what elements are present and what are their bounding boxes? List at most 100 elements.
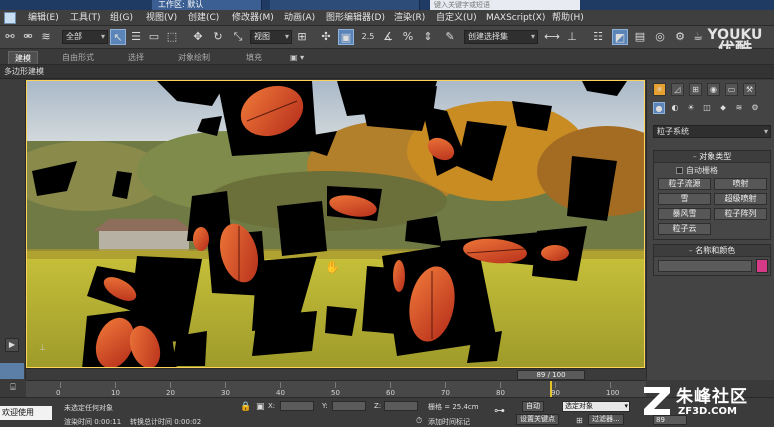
y-coord-field[interactable] xyxy=(332,401,366,411)
menu-tools[interactable]: 工具(T) xyxy=(70,12,101,24)
minimaxscript-listener[interactable] xyxy=(0,363,24,379)
add-time-tag[interactable]: 添加时间标记 xyxy=(428,417,470,427)
space-warps-icon[interactable]: ≋ xyxy=(733,102,745,114)
menu-graph-editors[interactable]: 图形编辑器(D) xyxy=(326,12,385,24)
create-tab-icon[interactable]: ✳ xyxy=(653,83,666,96)
lights-icon[interactable]: ☀ xyxy=(685,102,697,114)
scale-icon[interactable]: ⤡ xyxy=(230,29,246,45)
blizzard-button[interactable]: 暴风雪 xyxy=(658,208,711,220)
time-tag-icon[interactable]: ⏱ xyxy=(416,416,422,426)
key-icon[interactable]: ⊶ xyxy=(494,404,505,417)
select-manipulate-icon[interactable]: ✣ xyxy=(318,29,334,45)
ribbon-tab-object-paint[interactable]: 对象绘制 xyxy=(172,51,216,64)
cameras-icon[interactable]: ◫ xyxy=(701,102,713,114)
pivot-icon[interactable]: ⊞ xyxy=(294,29,310,45)
link-icon[interactable]: ⚯ xyxy=(2,29,18,45)
percent-snap-icon[interactable]: % xyxy=(400,29,416,45)
workspace-tab[interactable]: 工作区: 默认 xyxy=(152,0,262,10)
menu-maxscript[interactable]: MAXScript(X) xyxy=(486,12,545,24)
object-type-title[interactable]: 对象类型 xyxy=(654,151,770,163)
menu-create[interactable]: 创建(C) xyxy=(188,12,219,24)
menu-modifiers[interactable]: 修改器(M) xyxy=(232,12,274,24)
absolute-mode-icon[interactable]: ▣ xyxy=(256,402,265,412)
align-icon[interactable]: ⊥ xyxy=(564,29,580,45)
key-filter-dropdown[interactable]: 选定对象 xyxy=(562,401,630,412)
mirror-icon[interactable]: ⟷ xyxy=(544,29,560,45)
app-icon[interactable] xyxy=(4,12,16,24)
rotate-icon[interactable]: ↻ xyxy=(210,29,226,45)
pf-source-button[interactable]: 粒子流源 xyxy=(658,178,711,190)
ribbon-tab-selection[interactable]: 选择 xyxy=(122,51,150,64)
spray-button[interactable]: 喷射 xyxy=(714,178,767,190)
material-editor-icon[interactable]: ◎ xyxy=(652,29,668,45)
reference-coord-dropdown[interactable]: 视图 xyxy=(250,30,292,44)
move-icon[interactable]: ✥ xyxy=(190,29,206,45)
auto-grid-checkbox[interactable]: 自动栅格 xyxy=(676,165,718,176)
ribbon: 建模 自由形式 选择 对象绘制 填充 ▣ ▾ xyxy=(0,49,774,65)
search-input[interactable]: 键入关键字或短语 xyxy=(430,0,580,10)
snap-2-5-icon[interactable]: 2.5 xyxy=(360,29,376,45)
curve-editor-icon[interactable]: ◩ xyxy=(612,29,628,45)
display-tab-icon[interactable]: ▭ xyxy=(725,83,738,96)
pcloud-button[interactable]: 粒子云 xyxy=(658,223,711,235)
systems-icon[interactable]: ⚙ xyxy=(749,102,761,114)
key-mode-icon[interactable]: ⊞ xyxy=(576,416,583,425)
utilities-tab-icon[interactable]: ⚒ xyxy=(743,83,756,96)
name-color-title[interactable]: 名称和颜色 xyxy=(654,245,770,257)
spinner-snap-icon[interactable]: ⇕ xyxy=(420,29,436,45)
shapes-icon[interactable]: ◐ xyxy=(669,102,681,114)
select-object-icon[interactable]: ↖ xyxy=(110,29,126,45)
perspective-viewport[interactable]: ✋ ⊥ xyxy=(26,80,645,368)
track-tick-label: 50 xyxy=(331,389,340,397)
category-dropdown[interactable]: 粒子系统 xyxy=(653,125,771,138)
edit-named-sets-icon[interactable]: ✎ xyxy=(442,29,458,45)
menu-help[interactable]: 帮助(H) xyxy=(552,12,584,24)
schematic-view-icon[interactable]: ▤ xyxy=(632,29,648,45)
lock-icon[interactable]: 🔒 xyxy=(240,402,251,412)
hierarchy-tab-icon[interactable]: ⊞ xyxy=(689,83,702,96)
time-slider[interactable]: 89 / 100 xyxy=(517,370,585,380)
render-setup-icon[interactable]: ⚙ xyxy=(672,29,688,45)
ribbon-tab-populate[interactable]: 填充 xyxy=(240,51,268,64)
menu-animation[interactable]: 动画(A) xyxy=(284,12,315,24)
track-tick xyxy=(115,382,116,388)
set-key-button[interactable]: 设置关键点 xyxy=(516,414,559,425)
auto-key-button[interactable]: 自动 xyxy=(522,401,544,412)
x-coord-field[interactable] xyxy=(280,401,314,411)
super-spray-button[interactable]: 超级喷射 xyxy=(714,193,767,205)
z-coord-field[interactable] xyxy=(384,401,418,411)
geometry-icon[interactable]: ● xyxy=(653,102,665,114)
keyboard-shortcut-icon[interactable]: ▣ xyxy=(338,29,354,45)
menu-edit[interactable]: 编辑(E) xyxy=(28,12,59,24)
menu-group[interactable]: 组(G) xyxy=(110,12,133,24)
ribbon-tab-modeling[interactable]: 建模 xyxy=(8,51,38,64)
snow-button[interactable]: 雪 xyxy=(658,193,711,205)
object-name-input[interactable] xyxy=(658,260,752,272)
bind-space-warp-icon[interactable]: ≋ xyxy=(38,29,54,45)
selection-filter-dropdown[interactable]: 全部 xyxy=(62,30,108,44)
modify-tab-icon[interactable]: ◿ xyxy=(671,83,684,96)
expand-ribbon-button[interactable]: ▶ xyxy=(5,338,19,352)
unlink-icon[interactable]: ⚮ xyxy=(20,29,36,45)
key-filters-button[interactable]: 过滤器... xyxy=(588,414,624,425)
rect-region-icon[interactable]: ▭ xyxy=(146,29,162,45)
object-color-swatch[interactable] xyxy=(756,259,768,273)
named-selection-set-dropdown[interactable]: 创建选择集 xyxy=(464,30,538,44)
motion-tab-icon[interactable]: ◉ xyxy=(707,83,720,96)
track-bar[interactable]: 0 10 20 30 40 50 60 70 80 90 100 xyxy=(26,380,646,397)
select-by-name-icon[interactable]: ☰ xyxy=(128,29,144,45)
ribbon-tab-freeform[interactable]: 自由形式 xyxy=(56,51,100,64)
track-tick-label: 10 xyxy=(111,389,120,397)
ribbon-options-icon[interactable]: ▣ ▾ xyxy=(284,51,310,64)
layer-manager-icon[interactable]: ☷ xyxy=(590,29,606,45)
parray-button[interactable]: 粒子阵列 xyxy=(714,208,767,220)
mini-curve-editor-icon[interactable]: ⌸ xyxy=(4,382,22,394)
helpers-icon[interactable]: ⬥ xyxy=(717,102,729,114)
create-category-icons: ● ◐ ☀ ◫ ⬥ ≋ ⚙ xyxy=(651,102,771,116)
axis-gizmo-icon: ⊥ xyxy=(39,343,46,352)
menu-customize[interactable]: 自定义(U) xyxy=(436,12,477,24)
menu-view[interactable]: 视图(V) xyxy=(146,12,177,24)
angle-snap-icon[interactable]: ∡ xyxy=(380,29,396,45)
window-crossing-icon[interactable]: ⬚ xyxy=(164,29,180,45)
menu-rendering[interactable]: 渲染(R) xyxy=(394,12,425,24)
